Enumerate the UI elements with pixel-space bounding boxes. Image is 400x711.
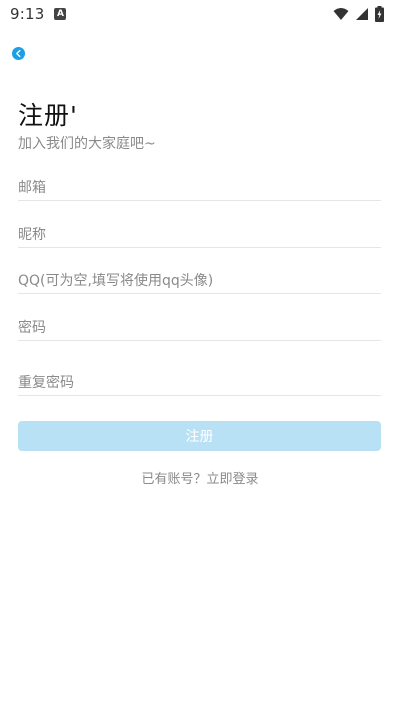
status-bar: 9:13 A xyxy=(0,0,400,28)
status-left: 9:13 A xyxy=(10,5,67,23)
chevron-left-icon xyxy=(16,49,21,58)
nickname-field[interactable] xyxy=(18,222,381,247)
password-field[interactable] xyxy=(18,315,381,340)
confirm-password-field[interactable] xyxy=(18,370,381,395)
nickname-field-container xyxy=(18,222,381,248)
email-field[interactable] xyxy=(18,175,381,200)
login-link[interactable]: 已有账号？立即登录 xyxy=(0,468,400,487)
password-field-container xyxy=(18,315,381,341)
notification-icon: A xyxy=(54,8,67,20)
qq-field[interactable] xyxy=(18,268,381,293)
wifi-icon xyxy=(333,8,349,20)
page-title: 注册' xyxy=(18,101,78,130)
email-field-container xyxy=(18,175,381,201)
notification-icon-label: A xyxy=(57,9,64,19)
battery-icon xyxy=(375,6,384,22)
status-right xyxy=(333,6,390,22)
signal-icon xyxy=(356,8,368,20)
qq-field-container xyxy=(18,268,381,294)
status-time: 9:13 xyxy=(10,5,45,23)
back-button[interactable] xyxy=(12,47,25,60)
confirm-password-field-container xyxy=(18,370,381,396)
page-subtitle: 加入我们的大家庭吧~ xyxy=(18,136,156,152)
register-button[interactable]: 注册 xyxy=(18,421,381,451)
